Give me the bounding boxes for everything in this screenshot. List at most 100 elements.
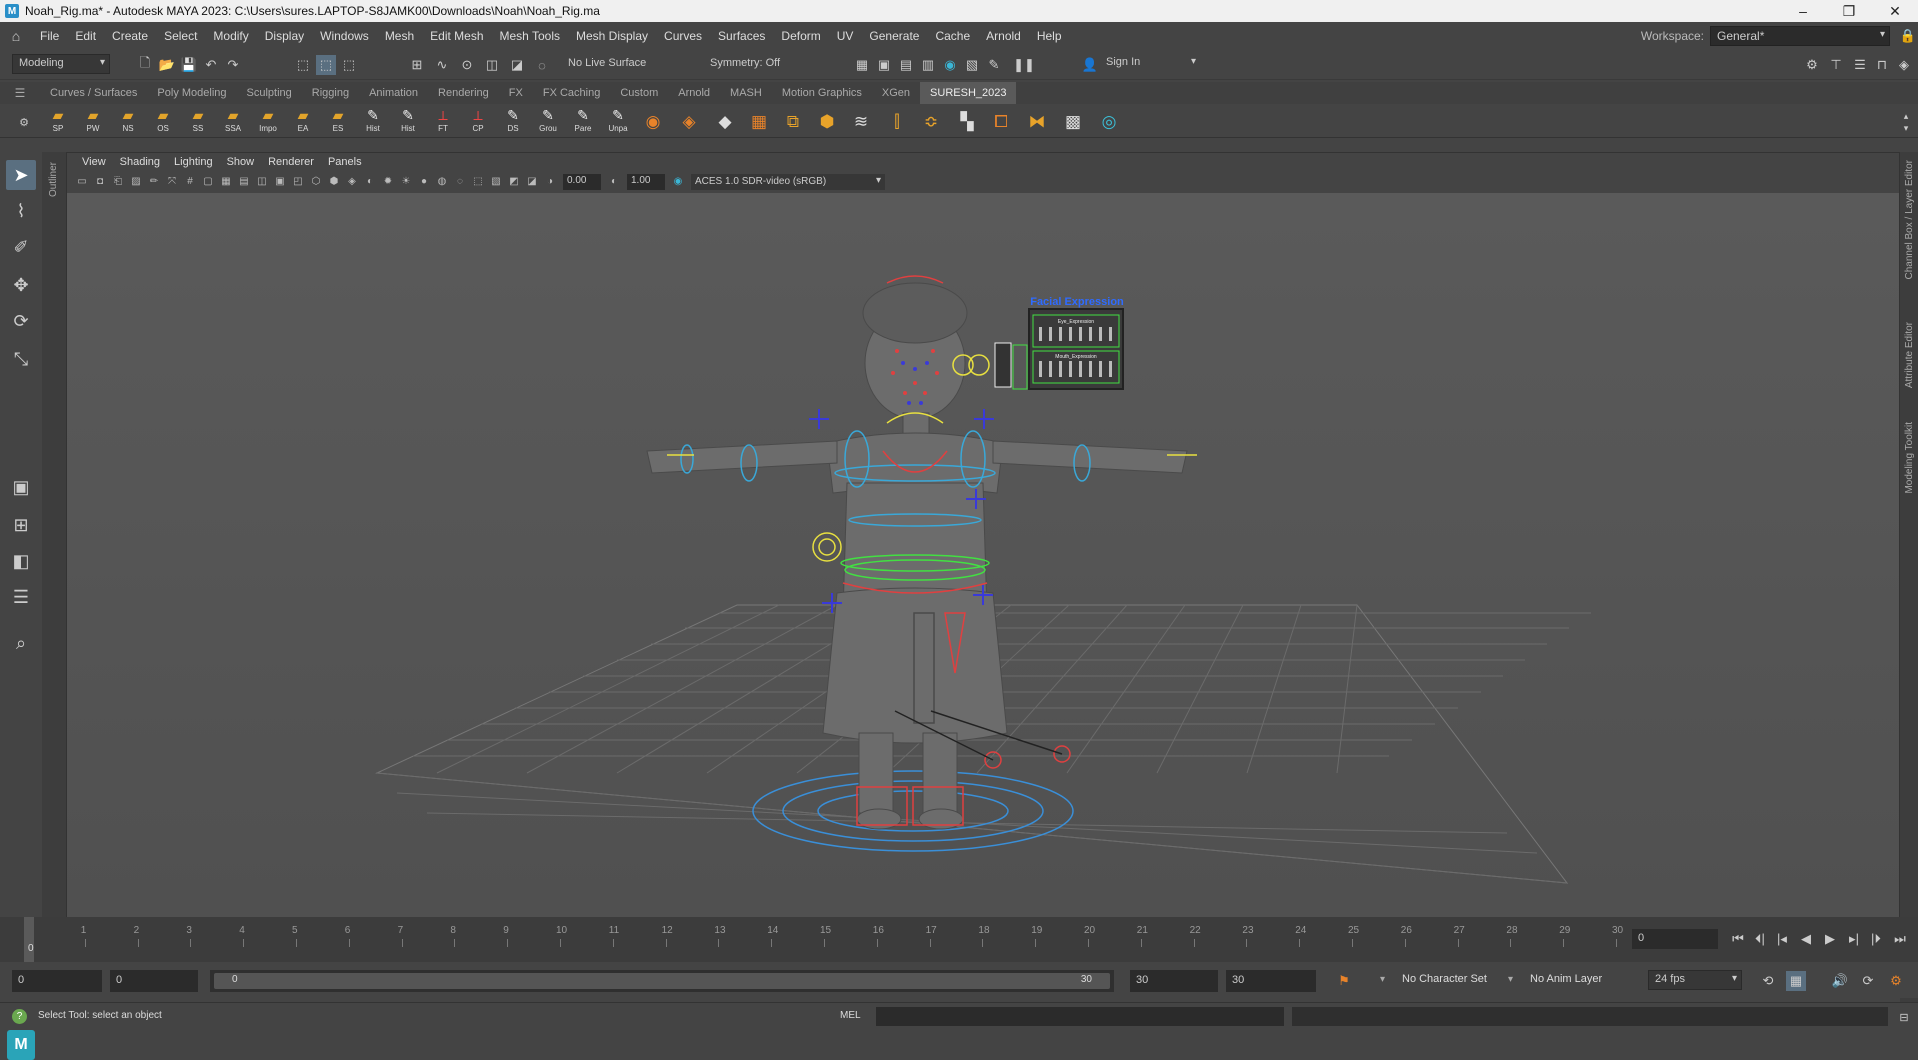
menu-edit[interactable]: Edit: [67, 29, 104, 43]
time-slider[interactable]: 1 2 3 4 5 6 7 8 9 10 11 12 13 14 15 16 17 18 19 20 21 22 23 24 2…: [0, 917, 1918, 962]
signin-dropdown[interactable]: Sign In ▾: [1100, 54, 1200, 74]
select-components-icon[interactable]: ⬚: [339, 55, 359, 75]
pause-icon[interactable]: ❚❚: [1013, 55, 1035, 75]
vp-menu-lighting[interactable]: Lighting: [167, 156, 220, 168]
character-set-dropdown[interactable]: No Character Set: [1402, 973, 1487, 985]
snap-plane-icon[interactable]: ◫: [482, 55, 502, 75]
loop-icon[interactable]: ⟲: [1758, 971, 1778, 991]
grease-pencil-icon[interactable]: ✏: [147, 175, 161, 189]
cache-playback-icon[interactable]: ▦: [1786, 971, 1806, 991]
scene-end-field[interactable]: 30: [1226, 970, 1316, 992]
current-frame-field[interactable]: 0: [1632, 929, 1718, 949]
maximize-button[interactable]: ❐: [1826, 0, 1872, 22]
mel-command-input[interactable]: [876, 1007, 1284, 1026]
shelf-button-ft[interactable]: ⟂ FT: [428, 106, 458, 136]
outliner-label[interactable]: Outliner: [48, 162, 59, 197]
image-plane-icon[interactable]: ▨: [129, 175, 143, 189]
four-view-icon[interactable]: ⊞: [6, 510, 36, 540]
wireframe-icon[interactable]: ⬡: [309, 175, 323, 189]
tool-settings-icon[interactable]: ☰: [1850, 55, 1870, 75]
anim-layer-dropdown[interactable]: No Anim Layer: [1530, 973, 1602, 985]
tab-poly-modeling[interactable]: Poly Modeling: [147, 82, 236, 104]
fps-dropdown[interactable]: 24 fps ▾: [1648, 970, 1742, 990]
shelf-button-os[interactable]: ▰ OS: [148, 106, 178, 136]
motion-blur-icon[interactable]: ◍: [435, 175, 449, 189]
menu-arnold[interactable]: Arnold: [978, 29, 1029, 43]
layer-editor-icon[interactable]: ◈: [1894, 55, 1914, 75]
textured-icon[interactable]: ◐: [363, 175, 377, 189]
step-forward-frame-icon[interactable]: ▸|: [1844, 929, 1864, 949]
camera-lock-icon[interactable]: ◘: [93, 175, 107, 189]
tab-mash[interactable]: MASH: [720, 82, 772, 104]
select-tool-icon[interactable]: ➤: [6, 160, 36, 190]
grid-toggle-icon[interactable]: #: [183, 175, 197, 189]
menu-deform[interactable]: Deform: [773, 29, 828, 43]
hypershade-icon[interactable]: ◉: [940, 55, 960, 75]
minimize-button[interactable]: –: [1780, 0, 1826, 22]
stack-icon[interactable]: ⧉: [780, 110, 806, 134]
tab-fx-caching[interactable]: FX Caching: [533, 82, 610, 104]
home-icon[interactable]: ⌂: [6, 26, 26, 46]
render-settings-icon[interactable]: ▥: [918, 55, 938, 75]
outliner-strip[interactable]: Outliner: [42, 152, 66, 917]
film-gate-icon[interactable]: ▢: [201, 175, 215, 189]
menu-create[interactable]: Create: [104, 29, 156, 43]
menuset-dropdown[interactable]: Modeling ▾: [12, 54, 110, 74]
menu-uv[interactable]: UV: [829, 29, 862, 43]
exposure-field[interactable]: 0.00: [563, 174, 601, 190]
tab-arnold[interactable]: Arnold: [668, 82, 720, 104]
tab-rigging[interactable]: Rigging: [302, 82, 359, 104]
scene-start-field[interactable]: 0: [12, 970, 102, 992]
auto-key-icon[interactable]: ⚑: [1334, 971, 1354, 991]
ipr-render-icon[interactable]: ▤: [896, 55, 916, 75]
script-editor-icon[interactable]: ⊟: [1894, 1007, 1914, 1027]
resolution-gate-icon[interactable]: ▦: [219, 175, 233, 189]
snap-surface-icon[interactable]: ◪: [507, 55, 527, 75]
menu-curves[interactable]: Curves: [656, 29, 710, 43]
circle-icon[interactable]: ◎: [1096, 110, 1122, 134]
camera-select-icon[interactable]: ▭: [75, 175, 89, 189]
wireframe-on-shaded-icon[interactable]: ◈: [345, 175, 359, 189]
shelf-button-pw[interactable]: ▰ PW: [78, 106, 108, 136]
snap-vertex-icon[interactable]: ◌: [532, 55, 552, 75]
menu-file[interactable]: File: [32, 29, 67, 43]
layer-stack-icon[interactable]: ◈: [676, 110, 702, 134]
layers-icon[interactable]: ≎: [918, 110, 944, 134]
current-time-marker[interactable]: [24, 917, 34, 962]
lasso-tool-icon[interactable]: ⌇: [6, 196, 36, 226]
snap-curve-icon[interactable]: ∿: [432, 55, 452, 75]
shelf-button-ssa[interactable]: ▰ SSA: [218, 106, 248, 136]
shelf-button-impo[interactable]: ▰ Impo: [253, 106, 283, 136]
shelf-menu-icon[interactable]: ☰: [0, 86, 40, 100]
menu-help[interactable]: Help: [1029, 29, 1070, 43]
close-button[interactable]: ✕: [1872, 0, 1918, 22]
tab-sculpting[interactable]: Sculpting: [237, 82, 302, 104]
shelf-button-grou[interactable]: ✎ Grou: [533, 106, 563, 136]
isolate-select-icon[interactable]: ⬚: [471, 175, 485, 189]
playback-start-field[interactable]: 0: [110, 970, 198, 992]
ambient-occlusion-icon[interactable]: ●: [417, 175, 431, 189]
planes-icon[interactable]: ≋: [848, 110, 874, 134]
go-to-start-icon[interactable]: ⏮: [1728, 929, 1748, 949]
exposure-icon[interactable]: ◑: [543, 175, 557, 189]
smooth-shade-icon[interactable]: ⬢: [327, 175, 341, 189]
shelf-button-ss[interactable]: ▰ SS: [183, 106, 213, 136]
shelf-scroll-down-icon[interactable]: ▾: [1896, 118, 1916, 138]
playback-end-field[interactable]: 30: [1130, 970, 1218, 992]
sound-icon[interactable]: 🔊: [1830, 971, 1850, 991]
fold-icon[interactable]: ⧓: [1024, 110, 1050, 134]
lighting-icon[interactable]: ✎: [984, 55, 1004, 75]
safe-action-icon[interactable]: ▣: [273, 175, 287, 189]
shelf-button-unpa[interactable]: ✎ Unpa: [603, 106, 633, 136]
tab-xgen[interactable]: XGen: [872, 82, 920, 104]
menu-surfaces[interactable]: Surfaces: [710, 29, 773, 43]
modeling-toolkit-icon[interactable]: ⚙: [1802, 55, 1822, 75]
play-backwards-icon[interactable]: ◀: [1796, 929, 1816, 949]
tab-fx[interactable]: FX: [499, 82, 533, 104]
tab-rendering[interactable]: Rendering: [428, 82, 499, 104]
vp-menu-show[interactable]: Show: [220, 156, 262, 168]
play-forwards-icon[interactable]: ▶: [1820, 929, 1840, 949]
redo-icon[interactable]: ↷: [223, 55, 243, 75]
select-hierarchy-icon[interactable]: ⬚: [293, 55, 313, 75]
workspace-dropdown[interactable]: General* ▾: [1710, 26, 1890, 46]
